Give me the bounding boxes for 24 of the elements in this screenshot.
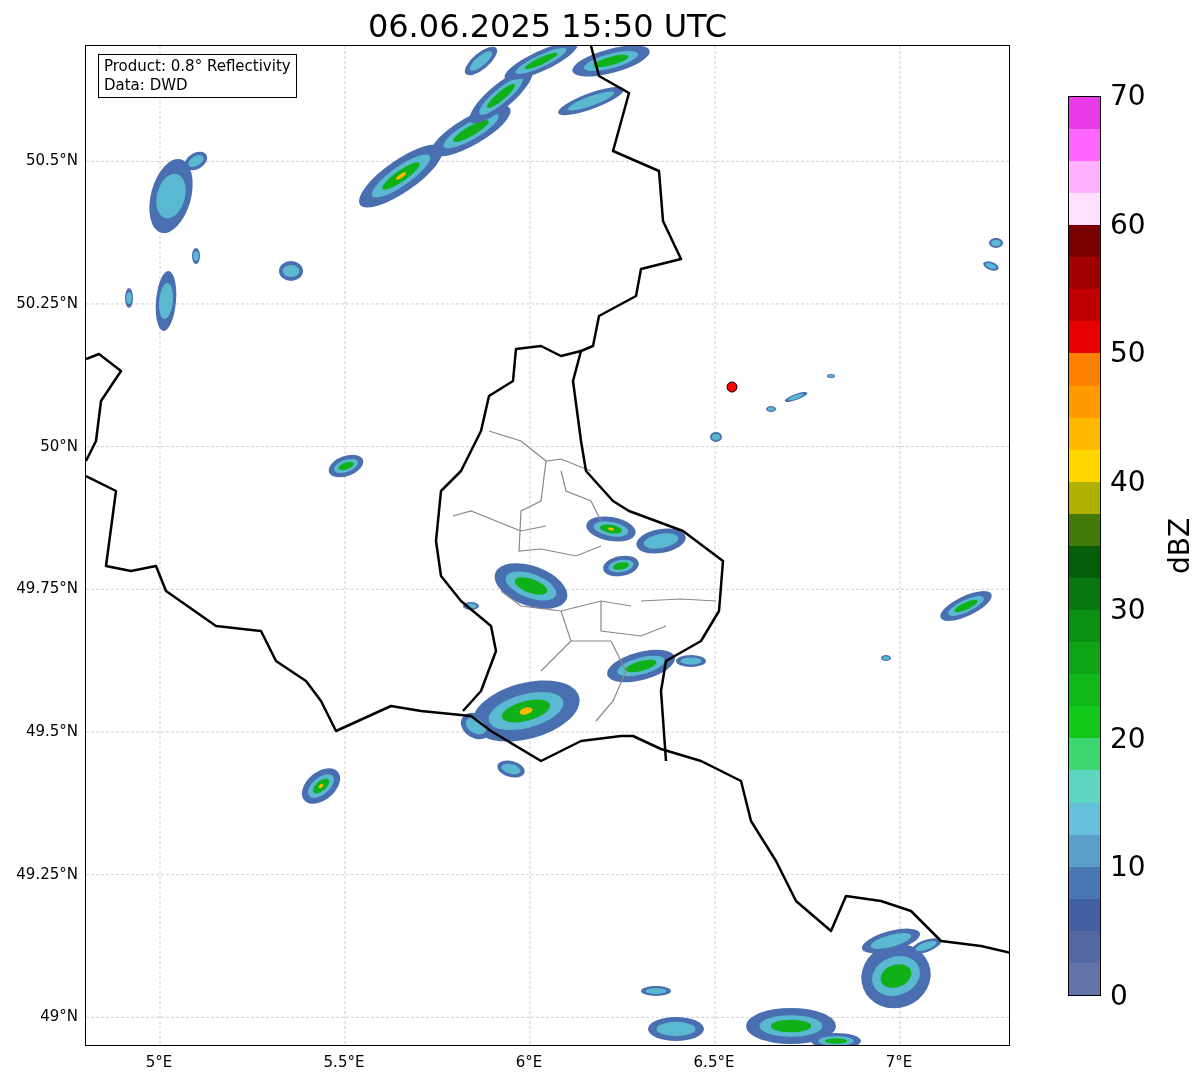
colorbar-tick-label: 10 — [1110, 851, 1146, 884]
y-tick-label: 49°N — [39, 1006, 78, 1027]
colorbar-tick-label: 20 — [1110, 722, 1146, 755]
colorbar-tick-label: 0 — [1110, 980, 1128, 1012]
y-tick-label: 50.5°N — [24, 150, 78, 171]
colorbar-label: dBZ — [1164, 516, 1196, 577]
x-tick-label: 5°E — [144, 1052, 174, 1072]
colorbar-tick-label: 40 — [1110, 465, 1146, 498]
chart-title: 06.06.2025 15:50 UTC — [366, 6, 729, 47]
colorbar-tick-label: 30 — [1110, 594, 1146, 627]
y-tick-label: 50.25°N — [15, 292, 78, 313]
x-tick-label: 5.5°E — [322, 1052, 366, 1072]
info-text: Data: DWD — [104, 76, 189, 95]
colorbar-tick-label: 70 — [1110, 80, 1146, 112]
x-tick-label: 6.5°E — [692, 1052, 736, 1072]
colorbar-tick-label: 60 — [1110, 208, 1146, 241]
info-text: Product: 0.8° Reflectivity — [104, 57, 291, 76]
colorbar-tick-label: 50 — [1110, 337, 1146, 370]
y-tick-label: 49.5°N — [24, 720, 78, 741]
x-tick-label: 6°E — [514, 1052, 544, 1072]
y-tick-label: 49.75°N — [15, 578, 78, 599]
x-tick-label: 7°E — [884, 1052, 914, 1072]
y-tick-label: 49.25°N — [15, 863, 78, 884]
y-tick-label: 50°N — [39, 435, 78, 456]
